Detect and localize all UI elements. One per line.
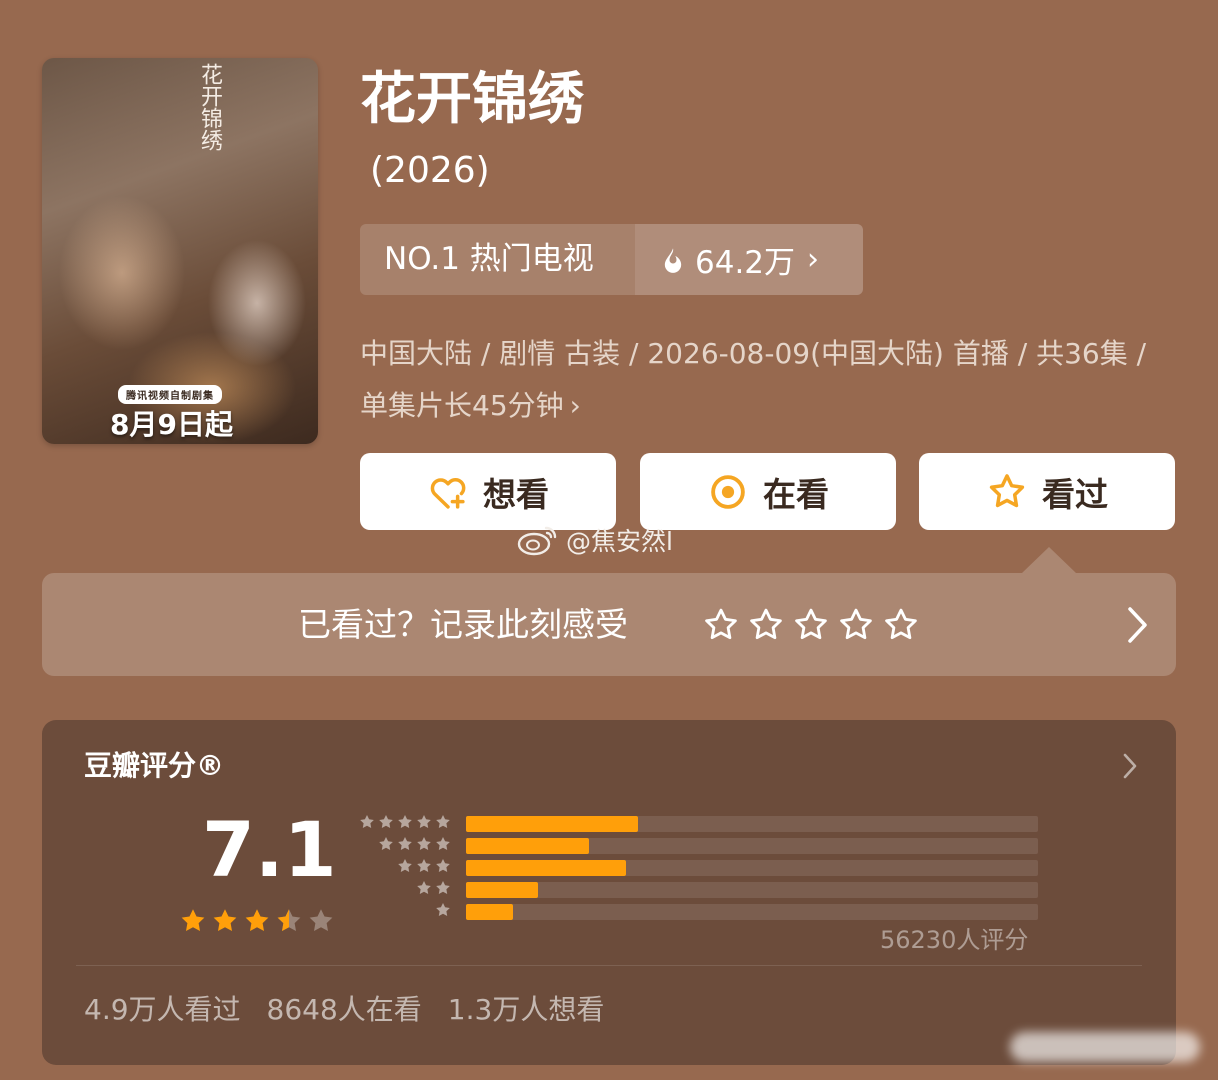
watched-count: 4.9万人看过 [84,993,241,1026]
distribution-stars [377,835,452,853]
star-filled-icon [213,909,237,931]
blurred-corner [1010,1032,1200,1062]
distribution-track [466,904,1038,920]
want-label: 想看 [483,474,549,514]
star-outline-icon [989,473,1025,507]
douban-score-title: 豆瓣评分® [84,749,225,782]
rating-count: 56230人评分 [880,926,1029,954]
page-title: 花开锦绣 [360,67,584,132]
distribution-stars [415,879,452,897]
star-filled-icon [181,909,205,931]
star-filled-icon [398,836,412,850]
heart-plus-icon [430,477,466,509]
heat-value: 64.2万 [695,245,796,281]
watched-button[interactable]: 看过 [919,453,1175,530]
distribution-bar-2-star [466,882,538,898]
watching-count: 8648人在看 [266,993,422,1026]
star-filled-icon [379,836,393,850]
distribution-bar-3-star [466,860,627,876]
release-year: (2026) [370,150,490,191]
distribution-row-5-star [342,813,1042,835]
distribution-stars [358,813,452,831]
meta-text: 中国大陆 / 剧情 古装 / 2026-08-09(中国大陆) 首播 / 共36… [360,337,1147,422]
want-to-watch-button[interactable]: 想看 [360,453,616,530]
star-filled-icon [436,814,450,828]
star-filled-icon [245,909,269,931]
watching-label: 在看 [763,474,829,514]
distribution-bar-4-star [466,838,589,854]
star-filled-icon [417,814,431,828]
star-filled-icon [417,858,431,872]
star-filled-icon [436,858,450,872]
distribution-row-3-star [342,857,1042,879]
watched-label: 看过 [1042,474,1108,514]
star-filled-icon [398,858,412,872]
star-outline-icon[interactable] [837,606,875,644]
star-outline-icon[interactable] [702,606,740,644]
chevron-right-icon [1123,753,1137,779]
watching-button[interactable]: 在看 [640,453,896,530]
distribution-row-4-star [342,835,1042,857]
divider [76,965,1142,966]
watermark-text: @焦安然l [566,527,673,556]
distribution-row-2-star [342,879,1042,901]
show-meta-info[interactable]: 中国大陆 / 剧情 古装 / 2026-08-09(中国大陆) 首播 / 共36… [360,328,1170,432]
want-count: 1.3万人想看 [447,993,605,1026]
distribution-stars [396,857,452,875]
panel-pointer [1022,547,1076,573]
star-filled-icon [360,814,374,828]
chevron-right-icon [1128,607,1147,643]
target-circle-icon [711,474,745,509]
distribution-track [466,860,1038,876]
fire-icon [664,247,682,273]
chevron-right-icon: › [807,242,820,277]
hot-rank-bar[interactable]: NO.1 热门电视 64.2万 › [360,224,863,295]
distribution-bar-5-star [466,816,638,832]
poster[interactable]: 花开锦绣 腾讯视频自制剧集 8月9日起 [42,58,318,444]
star-filled-icon [379,814,393,828]
douban-score-card[interactable]: 豆瓣评分® 7.1 56230人评分 4.9万人看过 8648人在看 1.3万人… [42,720,1176,1065]
distribution-track [466,882,1038,898]
poster-premiere-date: 8月9日起 [110,408,233,441]
rating-prompt-text: 已看过？记录此刻感受 [298,605,628,644]
distribution-track [466,816,1038,832]
distribution-stars [434,901,452,919]
poster-platform-tag: 腾讯视频自制剧集 [118,385,222,404]
weibo-logo-icon [517,526,557,556]
distribution-bar-1-star [466,904,514,920]
distribution-track [466,838,1038,854]
douban-score-stars [178,906,336,936]
star-filled-icon [436,902,450,916]
chevron-right-icon: › [569,389,581,422]
star-outline-icon[interactable] [792,606,830,644]
poster-calligraphy-title: 花开锦绣 [197,63,222,151]
heat-index[interactable]: 64.2万 › [635,224,863,295]
audience-stats: 4.9万人看过 8648人在看 1.3万人想看 [84,990,604,1030]
star-half-icon [277,909,301,931]
star-filled-icon [436,836,450,850]
star-filled-icon [417,836,431,850]
star-outline-icon[interactable] [747,606,785,644]
star-filled-icon [417,880,431,894]
weibo-watermark: @焦安然l [516,522,673,558]
rating-prompt-panel[interactable]: 已看过？记录此刻感受 [42,573,1176,676]
star-outline-icon[interactable] [882,606,920,644]
star-filled-icon [436,880,450,894]
rating-star-row[interactable] [702,606,920,644]
douban-score-value: 7.1 [202,805,337,894]
rank-label: NO.1 热门电视 [384,241,594,277]
star-filled-icon [398,814,412,828]
star-empty-icon [309,909,333,931]
